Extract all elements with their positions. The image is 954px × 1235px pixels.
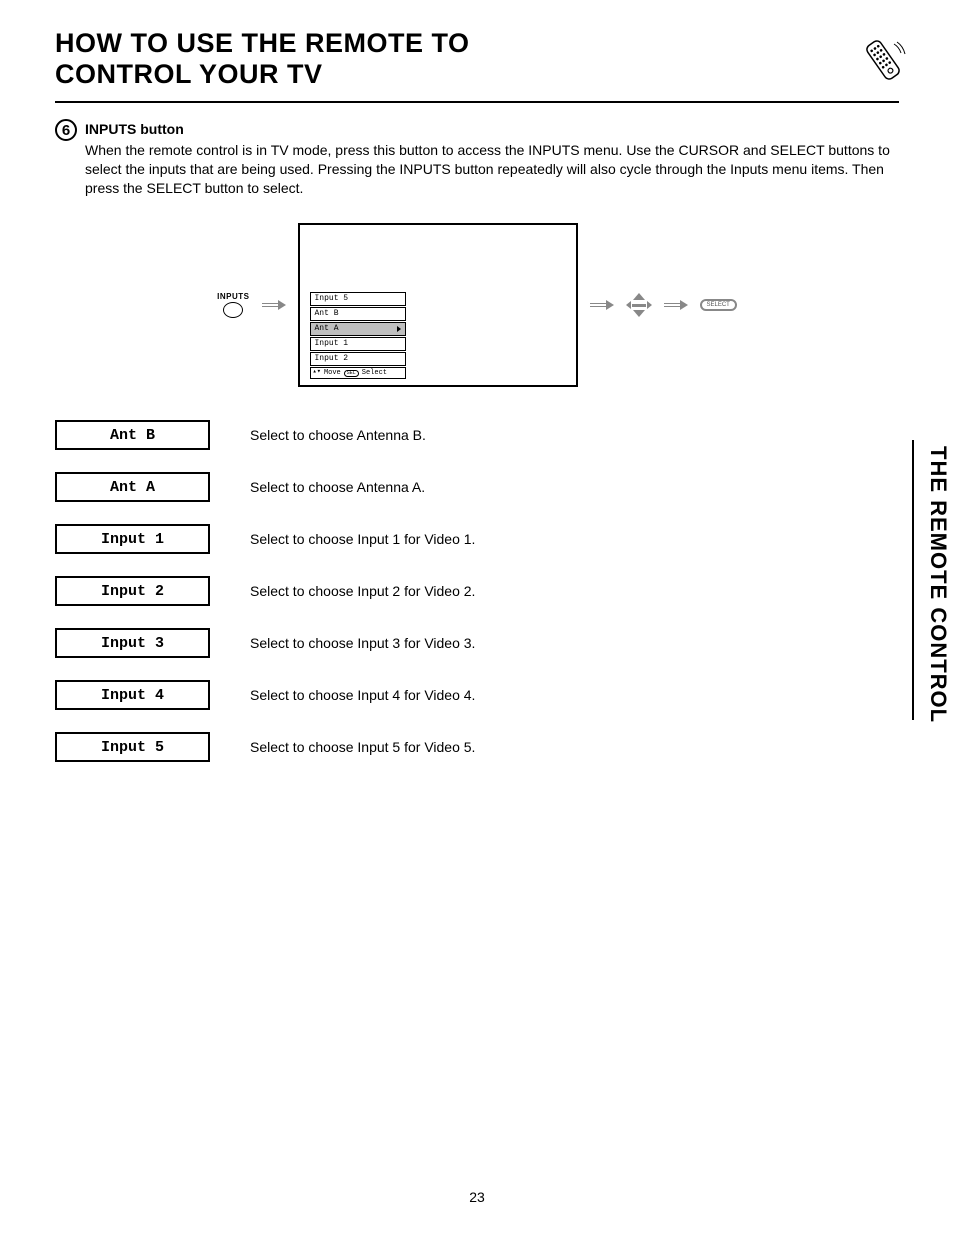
inputs-remote-button: INPUTS [217,292,249,318]
arrow-icon [262,300,286,310]
page-number: 23 [0,1189,954,1205]
page-title: HOW TO USE THE REMOTE TO CONTROL YOUR TV [55,28,470,90]
input-label-box: Input 4 [55,680,210,710]
input-description: Select to choose Input 1 for Video 1. [250,531,475,547]
inputs-row: Ant A Select to choose Antenna A. [55,472,899,502]
inputs-row: Ant B Select to choose Antenna B. [55,420,899,450]
inputs-row: Input 2 Select to choose Input 2 for Vide… [55,576,899,606]
remote-control-icon [857,34,909,91]
input-label-box: Ant B [55,420,210,450]
osd-item-label: Input 5 [315,295,349,303]
title-line-2: CONTROL YOUR TV [55,59,323,89]
inputs-row: Input 5 Select to choose Input 5 for Vide… [55,732,899,762]
input-label-box: Ant A [55,472,210,502]
header-row: HOW TO USE THE REMOTE TO CONTROL YOUR TV [55,28,899,91]
input-label-box: Input 5 [55,732,210,762]
osd-item: Ant A [310,322,406,336]
input-label-box: Input 2 [55,576,210,606]
inputs-row: Input 3 Select to choose Input 3 for Vide… [55,628,899,658]
input-description: Select to choose Antenna A. [250,479,425,495]
inputs-button-label: INPUTS [217,292,249,301]
osd-hint-bar: ▴▾MoveSELSelect [310,367,406,379]
section-heading: INPUTS button [85,121,184,137]
step-number-badge: 6 [55,119,77,141]
osd-hint-select: Select [362,369,387,377]
input-description: Select to choose Input 4 for Video 4. [250,687,475,703]
section-body: When the remote control is in TV mode, p… [85,142,890,196]
osd-item-label: Input 1 [315,340,349,348]
input-description: Select to choose Input 5 for Video 5. [250,739,475,755]
osd-item-label: Ant A [315,325,339,333]
osd-item: Input 1 [310,337,406,351]
input-label-box: Input 3 [55,628,210,658]
sel-pill-icon: SEL [344,370,359,377]
osd-item: Input 2 [310,352,406,366]
osd-item: Ant B [310,307,406,321]
select-button-icon: SELECT [700,299,737,311]
arrow-icon [590,300,614,310]
inputs-row: Input 4 Select to choose Input 4 for Vide… [55,680,899,710]
title-line-1: HOW TO USE THE REMOTE TO [55,28,470,58]
side-tab-rule [912,440,914,720]
input-label-box: Input 1 [55,524,210,554]
osd-item-label: Ant B [315,310,339,318]
side-tab-label: THE REMOTE CONTROL [925,440,954,729]
osd-item: Input 5 [310,292,406,306]
cursor-pad-icon [626,293,652,317]
section-body-wrap: When the remote control is in TV mode, p… [85,141,899,198]
section-inputs-button: 6 INPUTS button [55,121,899,141]
inputs-button-icon [223,302,243,318]
header-rule [55,101,899,103]
input-description: Select to choose Input 3 for Video 3. [250,635,475,651]
step-number: 6 [62,122,70,139]
page: HOW TO USE THE REMOTE TO CONTROL YOUR TV [0,0,954,1235]
updown-arrows-icon: ▴▾ [313,371,321,375]
arrow-icon [664,300,688,310]
inputs-description-list: Ant B Select to choose Antenna B. Ant A Sel… [55,420,899,762]
triangle-right-icon [397,326,401,332]
input-description: Select to choose Antenna B. [250,427,426,443]
osd-hint-move: Move [324,369,341,377]
osd-menu: Input 5 Ant B Ant A Input 1 Input 2 ▴▾MoveSEL… [310,291,406,379]
input-description: Select to choose Input 2 for Video 2. [250,583,475,599]
inputs-diagram: INPUTS Input 5 Ant B Ant A Input 1 Input 2 ▴▾… [55,220,899,390]
osd-item-label: Input 2 [315,355,349,363]
inputs-row: Input 1 Select to choose Input 1 for Vide… [55,524,899,554]
tv-screen-mockup: Input 5 Ant B Ant A Input 1 Input 2 ▴▾MoveSEL… [298,223,578,387]
